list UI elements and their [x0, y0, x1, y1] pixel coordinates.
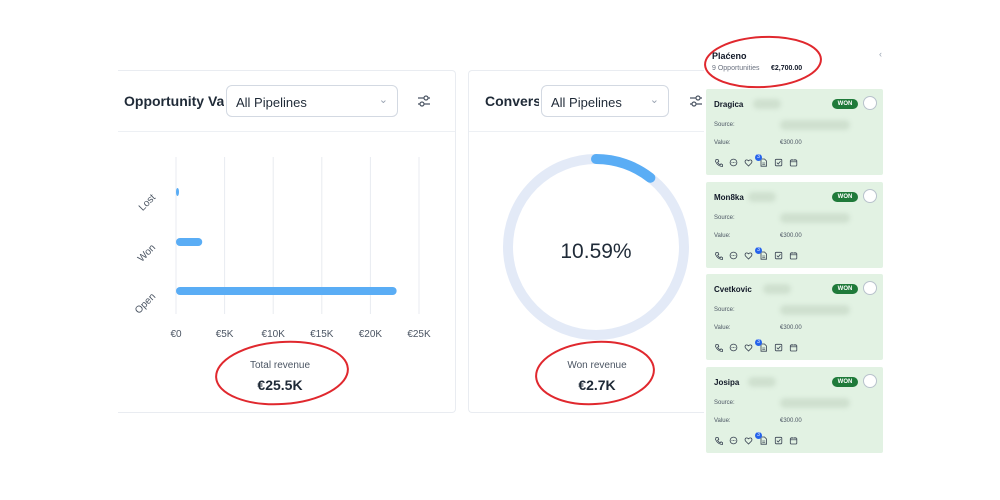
annotation-circle-won-revenue	[535, 340, 655, 406]
red-annotation-layer	[215, 35, 822, 406]
annotation-circle-total-revenue	[215, 340, 349, 406]
screenshot-stage: Opportunity Va All Pipelines ⌄ €0 €5K €10K…	[0, 0, 1000, 500]
annotation-circle-column-header	[704, 35, 822, 89]
